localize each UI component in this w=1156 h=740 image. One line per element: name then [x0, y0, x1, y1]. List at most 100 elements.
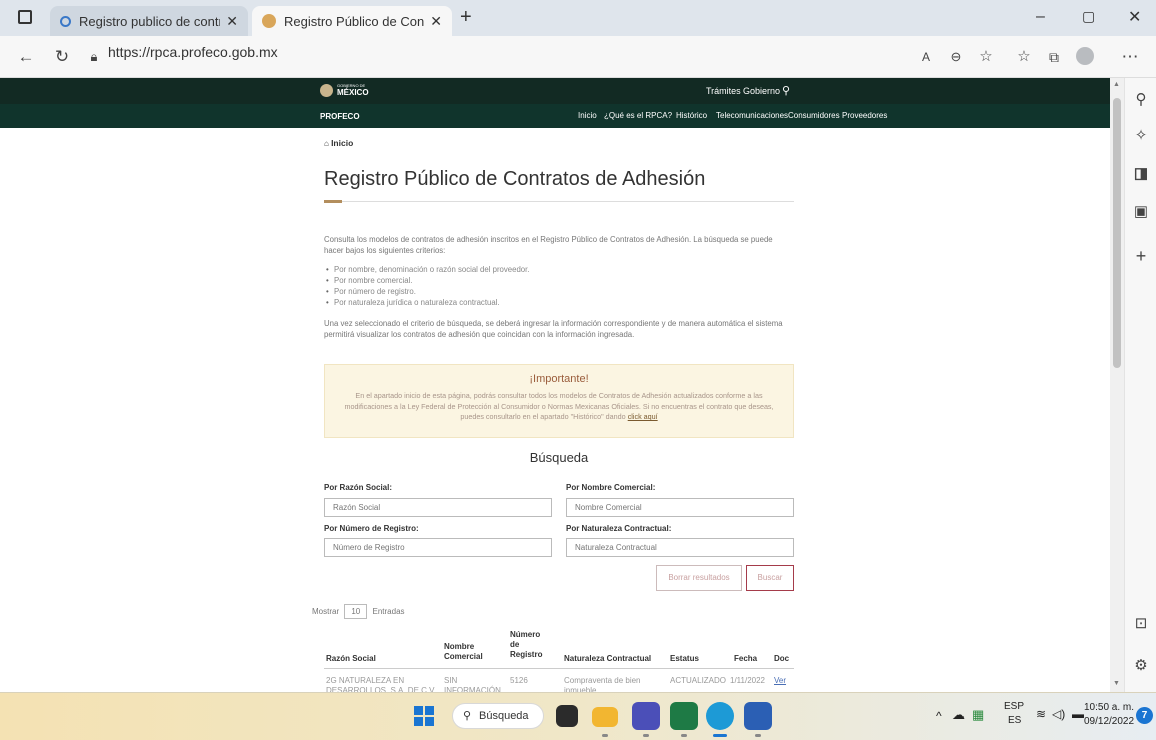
battery-icon[interactable]: ▬ [1072, 707, 1084, 721]
brand-profeco[interactable]: PROFECO [320, 112, 360, 121]
lang-secondary[interactable]: ES [1008, 715, 1021, 726]
link-gobierno[interactable]: Gobierno [743, 86, 780, 96]
profile-avatar[interactable] [1076, 47, 1094, 65]
add-icon[interactable]: + [1131, 246, 1151, 266]
browser-title-bar: Registro publico de contratos de ✕ Regis… [0, 0, 1156, 36]
nav-telecom[interactable]: Telecomunicaciones [716, 111, 788, 120]
discover-icon[interactable]: ✧ [1131, 126, 1151, 146]
file-explorer-icon[interactable] [592, 707, 618, 727]
more-icon[interactable]: ⋯ [1118, 45, 1142, 69]
title-accent [324, 200, 342, 203]
url-field[interactable]: https://rpca.profeco.gob.mx [108, 44, 278, 60]
search-icon [60, 15, 71, 27]
page-scrollbar[interactable]: ▲ ▼ [1110, 78, 1124, 692]
mexico-logo[interactable]: GOBIERNO DE MÉXICO [320, 83, 390, 99]
tab-registro-publico-active[interactable]: Registro Público de Contratos de ✕ [252, 6, 452, 36]
home-icon: ⌂ [324, 139, 332, 148]
notification-badge[interactable]: 7 [1136, 707, 1153, 724]
tab-title: Registro Público de Contratos de [284, 13, 425, 29]
col-doc[interactable]: Doc [774, 654, 794, 664]
office-icon[interactable]: ◨ [1131, 164, 1151, 184]
razon-social-input[interactable] [324, 498, 552, 517]
click-here-link[interactable]: click aquí [628, 412, 658, 421]
naturaleza-label: Por Naturaleza Contractual: [566, 524, 672, 533]
running-indicator [681, 734, 687, 737]
scroll-thumb[interactable] [1113, 98, 1121, 368]
back-icon[interactable]: ← [14, 45, 38, 69]
link-tramites[interactable]: Trámites [706, 86, 741, 96]
word-icon[interactable] [744, 702, 772, 730]
tray-network-icon[interactable]: ▦ [972, 707, 984, 723]
taskbar-search[interactable]: ⚲ Búsqueda [452, 703, 544, 729]
close-icon[interactable]: ✕ [430, 13, 442, 30]
nav-que-es[interactable]: ¿Qué es el RPCA? [604, 111, 672, 120]
wifi-icon[interactable]: ≋ [1036, 707, 1046, 721]
clock-time[interactable]: 10:50 a. m. [1084, 702, 1134, 713]
collections-icon[interactable]: ⧉ [1042, 45, 1066, 69]
site-top-header: GOBIERNO DE MÉXICO Trámites Gobierno ⚲ [0, 78, 1110, 104]
nombre-comercial-input[interactable] [566, 498, 794, 517]
numero-registro-label: Por Número de Registro: [324, 524, 419, 533]
outlook-icon[interactable]: ▣ [1131, 202, 1151, 222]
criteria-item: Por número de registro. [326, 287, 416, 296]
tray-cloud-icon[interactable]: ☁ [952, 707, 965, 723]
search-icon[interactable]: ⚲ [782, 84, 790, 97]
col-razon-social[interactable]: Razón Social [326, 654, 426, 664]
numero-registro-input[interactable] [324, 538, 552, 557]
volume-icon[interactable]: ◁) [1052, 707, 1065, 721]
minimize-icon[interactable]: – [1036, 8, 1045, 26]
entries-label: Entradas [372, 607, 405, 616]
restore-icon[interactable]: ▢ [1082, 8, 1095, 25]
table-cell: 5126 [510, 676, 528, 685]
lock-icon[interactable]: 🔒︎ [82, 45, 106, 69]
entries-select[interactable]: 10 [344, 604, 368, 619]
read-aloud-icon[interactable]: A [914, 45, 938, 69]
address-bar-row: ← ↻ 🔒︎ https://rpca.profeco.gob.mx A ⊖ ☆… [0, 36, 1156, 78]
table-header-divider [324, 668, 794, 669]
settings-icon[interactable]: ⚙ [1131, 656, 1151, 676]
lang-primary[interactable]: ESP [1004, 701, 1024, 712]
breadcrumb-inicio[interactable]: Inicio [331, 138, 353, 148]
tab-title: Registro publico de contratos de [79, 13, 220, 29]
nav-consumidores[interactable]: Consumidores [788, 111, 840, 120]
search-icon[interactable]: ⚲ [1131, 90, 1151, 110]
col-numero-registro[interactable]: Número de Registro [510, 630, 550, 660]
col-naturaleza[interactable]: Naturaleza Contractual [564, 654, 664, 664]
show-label: Mostrar [312, 607, 340, 616]
close-icon[interactable]: ✕ [226, 13, 238, 30]
tray-chevron-icon[interactable]: ^ [936, 709, 942, 723]
new-tab-icon[interactable]: + [460, 6, 472, 29]
scroll-down-icon[interactable]: ▼ [1113, 680, 1120, 687]
refresh-icon[interactable]: ↻ [50, 45, 74, 69]
sidebar-toggle-icon[interactable]: ⊡ [1131, 614, 1151, 634]
main-content: ⌂ Inicio Registro Público de Contratos d… [312, 128, 812, 695]
naturaleza-input[interactable] [566, 538, 794, 557]
nav-proveedores[interactable]: Proveedores [842, 111, 887, 120]
nav-historico[interactable]: Histórico [676, 111, 707, 120]
col-estatus[interactable]: Estatus [670, 654, 720, 664]
tab-registro-publico[interactable]: Registro publico de contratos de ✕ [50, 6, 248, 36]
running-indicator [602, 734, 608, 737]
page-title: Registro Público de Contratos de Adhesió… [324, 168, 706, 190]
nav-inicio[interactable]: Inicio [578, 111, 597, 120]
clock-date[interactable]: 09/12/2022 [1084, 716, 1134, 727]
running-indicator [643, 734, 649, 737]
task-view-icon[interactable] [556, 705, 578, 727]
search-button[interactable]: Buscar [746, 565, 794, 591]
zoom-icon[interactable]: ⊖ [944, 45, 968, 69]
teams-icon[interactable] [632, 702, 660, 730]
favorite-add-icon[interactable]: ☆ [974, 45, 998, 69]
col-nombre-comercial[interactable]: Nombre Comercial [444, 642, 492, 662]
outro-text: Una vez seleccionado el criterio de búsq… [324, 319, 783, 339]
excel-icon[interactable] [670, 702, 698, 730]
scroll-up-icon[interactable]: ▲ [1113, 81, 1120, 88]
col-fecha[interactable]: Fecha [734, 654, 764, 664]
intro-text: Consulta los modelos de contratos de adh… [324, 235, 773, 255]
clear-results-button[interactable]: Borrar resultados [656, 565, 742, 591]
view-document-link[interactable]: Ver [774, 676, 794, 686]
windows-start-icon[interactable] [414, 706, 434, 726]
tab-actions-icon[interactable] [18, 10, 32, 24]
edge-icon[interactable] [706, 702, 734, 730]
favorites-icon[interactable]: ☆ [1012, 45, 1036, 69]
close-window-icon[interactable]: ✕ [1128, 7, 1141, 27]
